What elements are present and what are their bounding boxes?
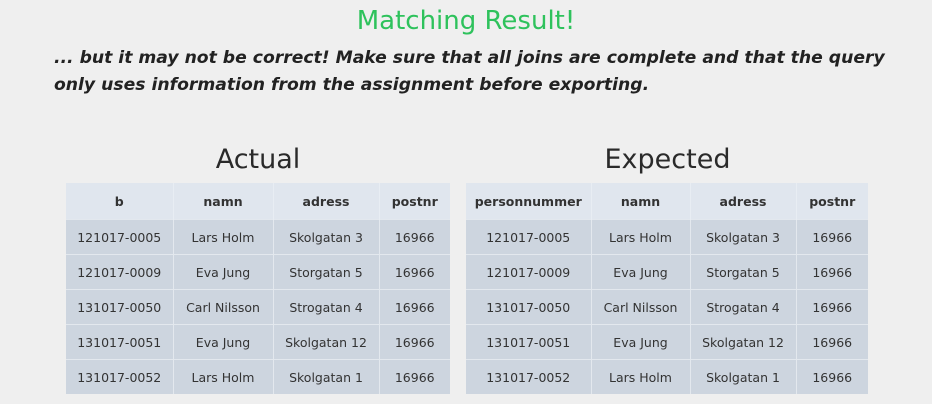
table-cell: Lars Holm — [172, 359, 273, 394]
table-cell: Lars Holm — [590, 359, 690, 394]
table-header-row: b namn adress postnr — [66, 183, 450, 220]
table-cell: Skolgatan 12 — [272, 324, 379, 360]
table-cell: Skolgatan 3 — [272, 219, 379, 255]
table-cell: Skolgatan 1 — [689, 359, 796, 394]
expected-table: personnummer namn adress postnr 121017-0… — [466, 183, 868, 394]
table-row: 131017-0051 Eva Jung Skolgatan 12 16966 — [466, 324, 868, 360]
table-cell: 16966 — [795, 289, 868, 325]
table-cell: Skolgatan 12 — [689, 324, 796, 360]
table-cell: Skolgatan 1 — [272, 359, 379, 394]
column-header: personnummer — [466, 183, 591, 220]
table-row: 131017-0050 Carl Nilsson Strogatan 4 169… — [66, 289, 450, 325]
table-row: 121017-0009 Eva Jung Storgatan 5 16966 — [466, 254, 868, 290]
result-title: Matching Result! — [356, 6, 576, 36]
table-cell: 16966 — [378, 219, 450, 255]
table-cell: 131017-0052 — [66, 359, 173, 394]
actual-title: Actual — [215, 144, 301, 175]
table-cell: 16966 — [795, 324, 868, 360]
table-cell: Strogatan 4 — [689, 289, 796, 325]
table-cell: 121017-0005 — [66, 219, 173, 255]
table-cell: 131017-0050 — [66, 289, 173, 325]
table-cell: Eva Jung — [172, 324, 273, 360]
column-header: namn — [172, 183, 273, 220]
table-cell: Strogatan 4 — [272, 289, 379, 325]
column-header: postnr — [795, 183, 868, 220]
table-row: 121017-0009 Eva Jung Storgatan 5 16966 — [66, 254, 450, 290]
table-cell: Eva Jung — [590, 324, 690, 360]
column-header: b — [66, 183, 173, 220]
table-cell: Lars Holm — [590, 219, 690, 255]
result-page: Matching Result! ... but it may not be c… — [0, 0, 932, 404]
column-header: adress — [689, 183, 796, 220]
table-cell: 16966 — [378, 324, 450, 360]
expected-title: Expected — [604, 144, 731, 175]
table-row: 131017-0050 Carl Nilsson Strogatan 4 169… — [466, 289, 868, 325]
table-cell: Storgatan 5 — [689, 254, 796, 290]
table-row: 131017-0052 Lars Holm Skolgatan 1 16966 — [66, 359, 450, 394]
table-cell: 16966 — [795, 254, 868, 290]
table-cell: 16966 — [795, 219, 868, 255]
column-header: adress — [272, 183, 379, 220]
table-cell: Carl Nilsson — [172, 289, 273, 325]
table-cell: 121017-0005 — [466, 219, 591, 255]
table-cell: 16966 — [378, 289, 450, 325]
table-cell: 121017-0009 — [66, 254, 173, 290]
table-row: 121017-0005 Lars Holm Skolgatan 3 16966 — [66, 219, 450, 255]
column-header: postnr — [378, 183, 450, 220]
table-cell: Carl Nilsson — [590, 289, 690, 325]
column-header: namn — [590, 183, 690, 220]
warning-message: ... but it may not be correct! Make sure… — [54, 48, 885, 95]
table-cell: Eva Jung — [172, 254, 273, 290]
table-cell: 131017-0051 — [466, 324, 591, 360]
table-cell: 16966 — [378, 254, 450, 290]
table-cell: 131017-0050 — [466, 289, 591, 325]
table-row: 121017-0005 Lars Holm Skolgatan 3 16966 — [466, 219, 868, 255]
table-cell: 121017-0009 — [466, 254, 591, 290]
table-cell: Lars Holm — [172, 219, 273, 255]
table-cell: 131017-0052 — [466, 359, 591, 394]
table-cell: Skolgatan 3 — [689, 219, 796, 255]
table-cell: Eva Jung — [590, 254, 690, 290]
table-cell: 131017-0051 — [66, 324, 173, 360]
table-row: 131017-0052 Lars Holm Skolgatan 1 16966 — [466, 359, 868, 394]
actual-table: b namn adress postnr 121017-0005 Lars Ho… — [66, 183, 450, 394]
table-row: 131017-0051 Eva Jung Skolgatan 12 16966 — [66, 324, 450, 360]
table-cell: 16966 — [795, 359, 868, 394]
table-cell: 16966 — [378, 359, 450, 394]
table-header-row: personnummer namn adress postnr — [466, 183, 868, 220]
table-cell: Storgatan 5 — [272, 254, 379, 290]
